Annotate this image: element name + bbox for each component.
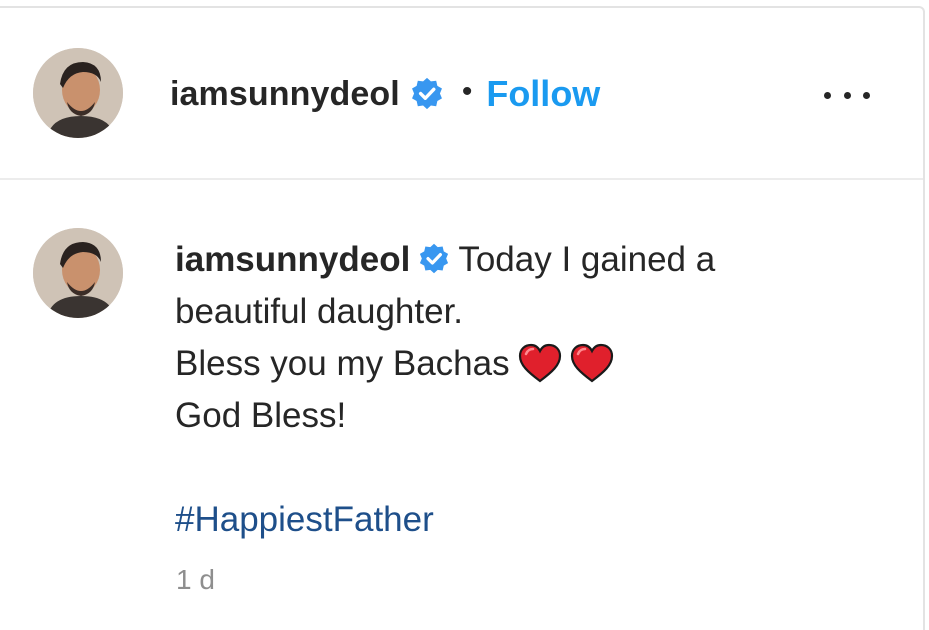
caption-line-3: Bless you my Bachas [175, 338, 875, 390]
caption-text: iamsunnydeol Today I gained a beautiful … [175, 234, 875, 546]
separator-dot: • [461, 75, 473, 108]
caption-line-1: iamsunnydeol Today I gained a [175, 234, 875, 286]
verified-badge-icon [410, 77, 444, 111]
red-heart-icon [570, 343, 614, 383]
more-options-icon[interactable] [820, 80, 874, 110]
caption-line-2: beautiful daughter. [175, 292, 464, 331]
post-timestamp[interactable]: 1 d [176, 564, 215, 596]
profile-avatar[interactable] [33, 48, 123, 138]
caption-avatar[interactable] [33, 228, 123, 318]
caption-line-1-text: Today I gained a [458, 240, 716, 279]
hashtag-link[interactable]: #HappiestFather [175, 494, 875, 546]
header-row: iamsunnydeol • Follow [170, 68, 600, 120]
post-card: iamsunnydeol • Follow iamsunnydeol Today… [0, 6, 925, 630]
verified-badge-icon [418, 243, 450, 275]
caption-line-4: God Bless! [175, 396, 347, 435]
header-username[interactable]: iamsunnydeol [170, 75, 400, 114]
red-heart-icon [518, 343, 562, 383]
post-header: iamsunnydeol • Follow [0, 8, 923, 180]
follow-button[interactable]: Follow [486, 73, 600, 115]
caption-line-3-text: Bless you my Bachas [175, 344, 510, 383]
caption-username[interactable]: iamsunnydeol [175, 240, 410, 279]
